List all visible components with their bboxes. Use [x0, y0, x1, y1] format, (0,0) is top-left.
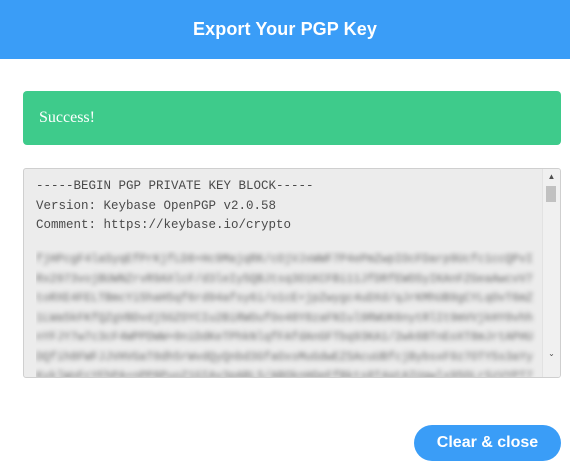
- blurred-key-body: fjHPcgF4laSyqEfPrKjfLD8+Hc9MajqRK/cOjVJx…: [36, 250, 540, 378]
- scrollbar-thumb[interactable]: [546, 186, 556, 202]
- success-alert: Success!: [23, 91, 561, 145]
- dialog-header: Export Your PGP Key: [0, 0, 570, 59]
- dialog-title: Export Your PGP Key: [193, 19, 377, 39]
- key-version-line: Version: Keybase OpenPGP v2.0.58: [36, 198, 277, 213]
- blurred-key-lines: fjHPcgF4laSyqEfPrKjfLD8+Hc9MajqRK/cOjVJx…: [36, 253, 533, 378]
- clear-close-button[interactable]: Clear & close: [414, 425, 561, 461]
- export-pgp-key-dialog: Export Your PGP Key Success! -----BEGIN …: [0, 0, 570, 470]
- private-key-textarea[interactable]: -----BEGIN PGP PRIVATE KEY BLOCK----- Ve…: [23, 168, 561, 378]
- key-header-line: -----BEGIN PGP PRIVATE KEY BLOCK-----: [36, 179, 314, 193]
- key-comment-line: Comment: https://keybase.io/crypto: [36, 218, 292, 232]
- key-text-content: -----BEGIN PGP PRIVATE KEY BLOCK----- Ve…: [36, 177, 541, 236]
- vertical-scrollbar[interactable]: ▲ ⌄: [542, 169, 560, 377]
- success-alert-text: Success!: [39, 109, 95, 126]
- chevron-down-icon[interactable]: ⌄: [543, 346, 560, 361]
- triangle-up-icon[interactable]: ▲: [543, 169, 560, 184]
